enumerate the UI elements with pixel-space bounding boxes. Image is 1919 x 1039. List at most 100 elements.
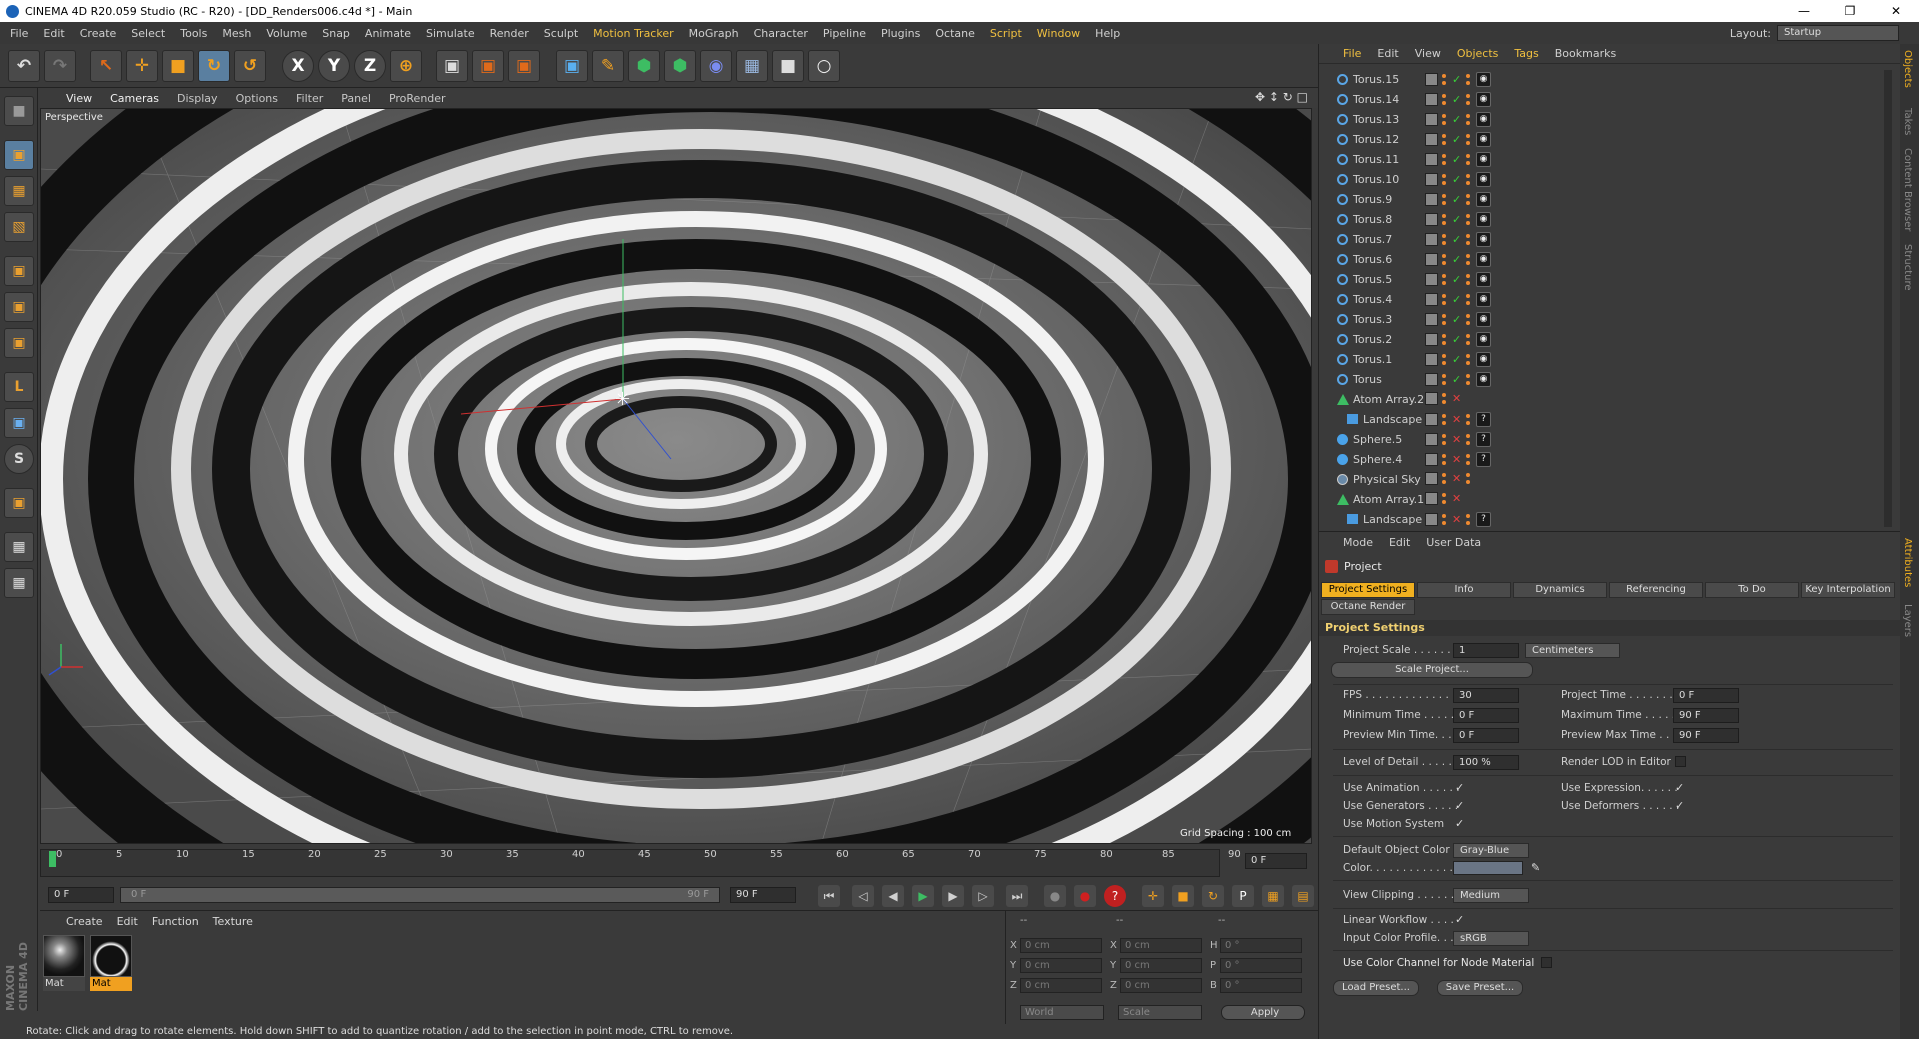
select-tool-icon[interactable]: ↖: [90, 50, 122, 82]
scale-project-button[interactable]: Scale Project...: [1331, 662, 1533, 678]
use-generators-checkbox[interactable]: ✓: [1455, 800, 1466, 811]
object-row[interactable]: Atom Array.1 ✕: [1319, 490, 1885, 510]
viewport-menu-options[interactable]: Options: [236, 92, 278, 105]
object-row[interactable]: Torus.15 ✓ ◉: [1319, 70, 1885, 90]
menu-render[interactable]: Render: [490, 27, 529, 40]
points-mode-icon[interactable]: ▣: [4, 256, 34, 286]
x-axis-lock-icon[interactable]: X: [282, 50, 314, 82]
z-axis-lock-icon[interactable]: Z: [354, 50, 386, 82]
object-name[interactable]: Landscape: [1363, 413, 1422, 426]
layer-swatch[interactable]: [1425, 513, 1438, 526]
objects-menu-objects[interactable]: Objects: [1457, 47, 1499, 60]
locked-workplane-icon[interactable]: ▦: [4, 568, 34, 598]
end-frame-field[interactable]: 90 F: [730, 887, 796, 903]
disabled-x-icon[interactable]: ✕: [1452, 413, 1462, 426]
material-tag-icon[interactable]: ?: [1476, 432, 1491, 447]
attr-menu-mode[interactable]: Mode: [1343, 536, 1373, 549]
render-settings-icon[interactable]: ▣: [508, 50, 540, 82]
object-row[interactable]: Torus.1 ✓ ◉: [1319, 350, 1885, 370]
next-frame-icon[interactable]: ▶: [942, 885, 964, 907]
scale-unit-dropdown[interactable]: Centimeters: [1525, 643, 1620, 658]
render-view-icon[interactable]: ▣: [436, 50, 468, 82]
visibility-dots[interactable]: [1441, 373, 1449, 386]
object-name[interactable]: Physical Sky: [1353, 473, 1421, 486]
layer-swatch[interactable]: [1425, 492, 1438, 505]
object-name[interactable]: Torus.13: [1353, 113, 1399, 126]
color-swatch[interactable]: [1453, 861, 1523, 875]
disabled-x-icon[interactable]: ✕: [1452, 433, 1462, 446]
tab-key-interpolation[interactable]: Key Interpolation: [1801, 582, 1895, 598]
enabled-check-icon[interactable]: ✓: [1452, 193, 1462, 206]
layer-swatch[interactable]: [1425, 73, 1438, 86]
material-tag-icon[interactable]: ◉: [1476, 112, 1491, 127]
view-clipping-dropdown[interactable]: Medium: [1453, 888, 1529, 903]
enabled-check-icon[interactable]: ✓: [1452, 233, 1462, 246]
tab-referencing[interactable]: Referencing: [1609, 582, 1703, 598]
object-name[interactable]: Torus.10: [1353, 173, 1399, 186]
close-button[interactable]: ✕: [1873, 0, 1919, 22]
viewport-menu-display[interactable]: Display: [177, 92, 218, 105]
visibility-dots[interactable]: [1441, 293, 1449, 306]
workplane-mode-icon[interactable]: ▧: [4, 212, 34, 242]
tab-dynamics[interactable]: Dynamics: [1513, 582, 1607, 598]
enabled-check-icon[interactable]: ✓: [1452, 313, 1462, 326]
layer-swatch[interactable]: [1425, 113, 1438, 126]
object-row[interactable]: Torus.10 ✓ ◉: [1319, 170, 1885, 190]
object-name[interactable]: Torus.8: [1353, 213, 1392, 226]
menu-create[interactable]: Create: [80, 27, 117, 40]
viewport-menu-filter[interactable]: Filter: [296, 92, 323, 105]
tweak-mode-icon[interactable]: ▣: [4, 408, 34, 438]
model-mode-icon[interactable]: ▣: [4, 140, 34, 170]
dock-tab-structure[interactable]: Structure: [1902, 244, 1913, 291]
object-name[interactable]: Torus.4: [1353, 293, 1392, 306]
object-name[interactable]: Torus.2: [1353, 333, 1392, 346]
object-row[interactable]: Torus ✓ ◉: [1319, 370, 1885, 390]
material-tag-icon[interactable]: ◉: [1476, 372, 1491, 387]
size-x-field[interactable]: 0 cm: [1120, 938, 1202, 953]
object-row[interactable]: Torus.6 ✓ ◉: [1319, 250, 1885, 270]
visibility-dots[interactable]: [1441, 113, 1449, 126]
enabled-check-icon[interactable]: ✓: [1452, 273, 1462, 286]
key-position-icon[interactable]: ✛: [1142, 885, 1164, 907]
position-z-field[interactable]: 0 cm: [1020, 978, 1102, 993]
objects-menu-edit[interactable]: Edit: [1377, 47, 1398, 60]
material-tag-icon[interactable]: ◉: [1476, 312, 1491, 327]
material-tag-icon[interactable]: ◉: [1476, 172, 1491, 187]
viewport-menu-view[interactable]: View: [66, 92, 92, 105]
rotation-h-field[interactable]: 0 °: [1220, 938, 1302, 953]
tab-project-settings[interactable]: Project Settings: [1321, 582, 1415, 598]
layer-swatch[interactable]: [1425, 453, 1438, 466]
dock-tab-attributes[interactable]: Attributes: [1902, 538, 1913, 587]
visibility-dots[interactable]: [1441, 392, 1449, 405]
play-icon[interactable]: ▶: [912, 885, 934, 907]
minimize-button[interactable]: —: [1781, 0, 1827, 22]
menu-edit[interactable]: Edit: [43, 27, 64, 40]
material-tag-icon[interactable]: ◉: [1476, 332, 1491, 347]
visibility-dots[interactable]: [1441, 253, 1449, 266]
visibility-dots[interactable]: [1441, 133, 1449, 146]
material-tag-icon[interactable]: ◉: [1476, 352, 1491, 367]
attr-menu-edit[interactable]: Edit: [1389, 536, 1410, 549]
object-row[interactable]: Physical Sky ✕: [1319, 470, 1885, 490]
current-frame-field[interactable]: 0 F: [1245, 853, 1307, 869]
save-preset-button[interactable]: Save Preset...: [1437, 980, 1523, 996]
material-menu-create[interactable]: Create: [66, 915, 103, 931]
object-name[interactable]: Torus.12: [1353, 133, 1399, 146]
perspective-viewport[interactable]: ✳: [40, 108, 1312, 844]
use-motion-system-checkbox[interactable]: ✓: [1455, 818, 1466, 829]
move-tool-icon[interactable]: ✛: [126, 50, 158, 82]
prev-frame-icon[interactable]: ◀: [882, 885, 904, 907]
object-row[interactable]: Torus.9 ✓ ◉: [1319, 190, 1885, 210]
menu-tools[interactable]: Tools: [180, 27, 207, 40]
material-tag-icon[interactable]: ◉: [1476, 272, 1491, 287]
snapping-icon[interactable]: S: [4, 444, 34, 474]
material-menu-function[interactable]: Function: [152, 915, 199, 931]
layer-swatch[interactable]: [1425, 472, 1438, 485]
enabled-check-icon[interactable]: ✓: [1452, 333, 1462, 346]
fps-field[interactable]: 30: [1453, 688, 1519, 703]
menu-snap[interactable]: Snap: [322, 27, 350, 40]
visibility-dots[interactable]: [1441, 93, 1449, 106]
maximize-button[interactable]: ❐: [1827, 0, 1873, 22]
visibility-dots[interactable]: [1441, 213, 1449, 226]
polygons-mode-icon[interactable]: ▣: [4, 328, 34, 358]
